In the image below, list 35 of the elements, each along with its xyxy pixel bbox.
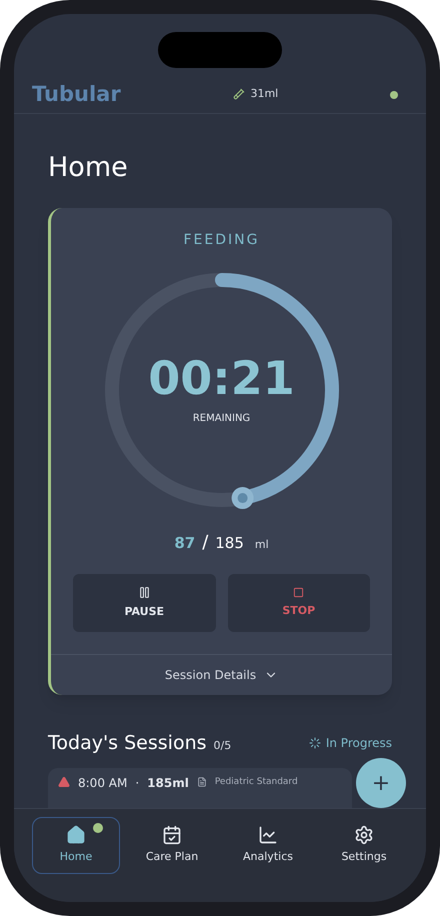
spinner-icon: [308, 737, 321, 750]
page-title: Home: [48, 151, 129, 185]
session-volume: 185ml: [147, 774, 189, 792]
unit-text: ml: [254, 537, 269, 553]
session-time: 8:00 AM: [78, 774, 128, 792]
separator-dot: ·: [135, 774, 140, 792]
warning-icon: [58, 776, 70, 788]
nav-tab[interactable]: Home: [32, 816, 120, 874]
nav-tab[interactable]: Analytics: [224, 816, 312, 874]
separator-text: /: [202, 531, 208, 555]
delivered-volume: 87: [174, 533, 196, 554]
remaining-caption: REMAINING: [192, 412, 250, 426]
nav-tab[interactable]: Settings: [320, 816, 408, 874]
stop-icon: [293, 586, 304, 598]
chart-icon: [258, 824, 278, 845]
session-plan: Pediatric Standard: [214, 776, 298, 788]
pause-icon: [138, 586, 151, 599]
app-logo: Tubular: [32, 80, 121, 108]
sessions-count: 0/5: [214, 738, 232, 754]
session-details-toggle[interactable]: Session Details: [51, 655, 392, 695]
sessions-title: Today's Sessions: [48, 731, 207, 756]
time-remaining: 00:21: [148, 354, 295, 400]
pause-button[interactable]: PAUSE: [73, 574, 216, 632]
home-icon: [66, 824, 86, 845]
calendar-icon: [162, 824, 182, 845]
total-volume: 185: [215, 533, 244, 554]
nav-tab[interactable]: Care Plan: [128, 816, 216, 874]
add-button[interactable]: +: [356, 758, 406, 808]
volume-text: 31ml: [250, 86, 278, 102]
session-status: In Progress: [326, 735, 392, 752]
session-row[interactable]: 8:00 AM · 185ml Pediatric Standard: [48, 768, 352, 808]
plan-icon: [196, 776, 207, 786]
settings-icon: [354, 824, 374, 845]
progress-thumb[interactable]: [231, 487, 254, 510]
feeding-label: FEEDING: [184, 231, 260, 250]
